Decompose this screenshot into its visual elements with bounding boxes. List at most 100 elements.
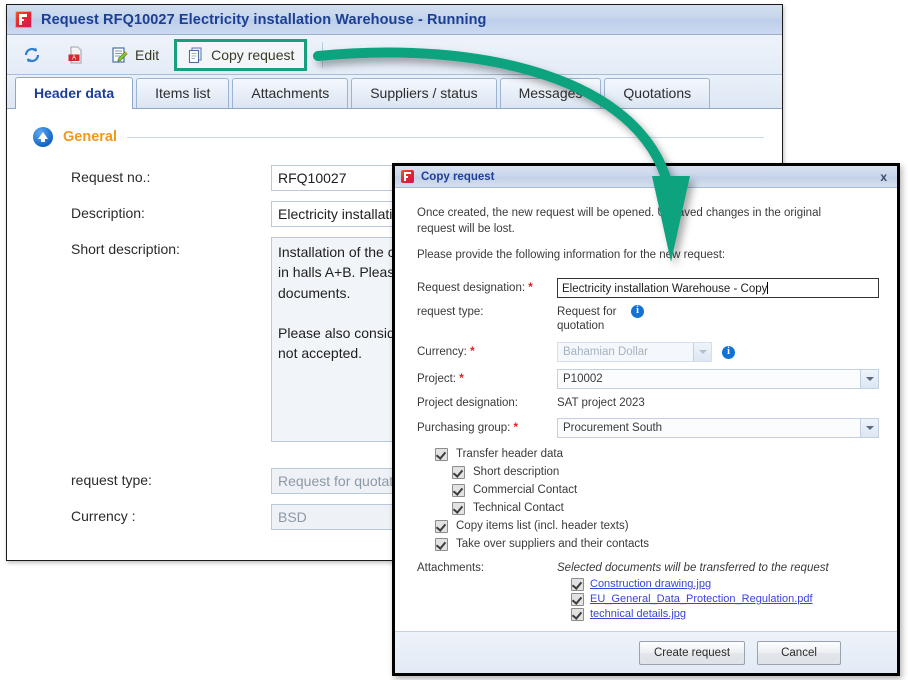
cancel-button[interactable]: Cancel: [757, 641, 841, 665]
tab-label: Messages: [519, 85, 583, 101]
refresh-icon: [23, 46, 41, 64]
chevron-down-icon[interactable]: [860, 370, 878, 388]
tab-messages[interactable]: Messages: [500, 78, 602, 108]
info-icon[interactable]: i: [722, 346, 735, 359]
purchasing-group-dropdown[interactable]: Procurement South: [557, 418, 879, 438]
info-icon[interactable]: i: [631, 305, 644, 318]
attachments-section: Attachments: Selected documents will be …: [417, 562, 881, 623]
chevron-down-icon[interactable]: [860, 419, 878, 437]
checkbox-group: Transfer header data Short description C…: [435, 448, 881, 551]
pdf-icon: A: [67, 46, 85, 64]
checkbox-transfer-header-data[interactable]: Transfer header data: [435, 448, 881, 461]
tab-quotations[interactable]: Quotations: [604, 78, 710, 108]
dialog-project-designation-value: SAT project 2023: [557, 396, 645, 410]
tab-suppliers-status[interactable]: Suppliers / status: [351, 78, 496, 108]
label-text: Purchasing group:: [417, 422, 510, 434]
attachments-list: Selected documents will be transferred t…: [557, 562, 829, 623]
attachments-label: Attachments:: [417, 562, 557, 623]
checkbox-icon[interactable]: [452, 484, 465, 497]
copy-request-label: Copy request: [211, 47, 294, 63]
copy-request-dialog: Copy request x Once created, the new req…: [392, 163, 900, 676]
request-designation-label: Request designation: *: [417, 282, 557, 294]
checkbox-label: Commercial Contact: [473, 484, 577, 496]
checkbox-take-over-suppliers[interactable]: Take over suppliers and their contacts: [435, 538, 881, 551]
app-logo-icon: [401, 170, 414, 183]
checkbox-icon[interactable]: [435, 520, 448, 533]
edit-icon: [111, 46, 129, 64]
project-value: P10002: [563, 373, 603, 385]
chevron-down-icon: [693, 343, 711, 361]
tab-attachments[interactable]: Attachments: [232, 78, 348, 108]
required-asterisk: *: [514, 422, 518, 434]
input-value: Electricity installation Warehouse - Cop…: [562, 283, 767, 295]
checkbox-icon[interactable]: [571, 593, 584, 606]
create-request-button[interactable]: Create request: [639, 641, 745, 665]
dialog-request-type-value: Request for quotation: [557, 305, 617, 334]
label-text: Project:: [417, 373, 456, 385]
edit-button[interactable]: Edit: [105, 43, 165, 67]
section-title: General: [63, 129, 117, 145]
checkbox-technical-contact[interactable]: Technical Contact: [452, 502, 881, 515]
dialog-row-currency: Currency: * Bahamian Dollar i: [417, 342, 881, 362]
app-logo-icon: [15, 11, 32, 28]
checkbox-icon[interactable]: [452, 466, 465, 479]
text-caret: [767, 282, 768, 294]
attachment-link[interactable]: Construction drawing.jpg: [590, 578, 711, 590]
toolbar-separator: [322, 42, 323, 68]
edit-label: Edit: [135, 47, 159, 63]
attachment-link[interactable]: technical details.jpg: [590, 608, 686, 620]
attachment-item[interactable]: technical details.jpg: [571, 608, 829, 621]
svg-text:A: A: [72, 55, 76, 61]
checkbox-icon[interactable]: [435, 538, 448, 551]
checkbox-label: Take over suppliers and their contacts: [456, 538, 649, 550]
dialog-row-project-designation: Project designation: SAT project 2023: [417, 396, 881, 410]
label-text: Request designation:: [417, 282, 525, 294]
checkbox-short-description[interactable]: Short description: [452, 466, 881, 479]
attachments-note: Selected documents will be transferred t…: [557, 562, 829, 574]
dialog-row-request-type: request type: Request for quotation i: [417, 305, 881, 334]
required-asterisk: *: [528, 282, 532, 294]
checkbox-icon[interactable]: [435, 448, 448, 461]
section-general: General: [11, 127, 782, 147]
dialog-project-label: Project: *: [417, 373, 557, 385]
required-asterisk: *: [470, 346, 474, 358]
checkbox-label: Copy items list (incl. header texts): [456, 520, 629, 532]
request-designation-input[interactable]: Electricity installation Warehouse - Cop…: [557, 278, 879, 298]
currency-dropdown: Bahamian Dollar: [557, 342, 712, 362]
tab-label: Quotations: [623, 85, 691, 101]
checkbox-label: Short description: [473, 466, 559, 478]
dialog-project-designation-label: Project designation:: [417, 397, 557, 409]
dialog-request-type-label: request type:: [417, 305, 557, 318]
dialog-title: Copy request: [421, 171, 495, 183]
close-icon[interactable]: x: [876, 170, 891, 184]
attachment-item[interactable]: Construction drawing.jpg: [571, 578, 829, 591]
attachment-link[interactable]: EU_General_Data_Protection_Regulation.pd…: [590, 593, 813, 605]
dialog-titlebar: Copy request x: [395, 166, 897, 188]
section-divider: [127, 137, 764, 138]
pdf-export-button[interactable]: A: [61, 43, 97, 67]
toolbar: A Edit: [7, 35, 782, 75]
checkbox-commercial-contact[interactable]: Commercial Contact: [452, 484, 881, 497]
checkbox-icon[interactable]: [452, 502, 465, 515]
tab-items-list[interactable]: Items list: [136, 78, 229, 108]
up-arrow-circle-icon[interactable]: [33, 127, 53, 147]
copy-request-button[interactable]: Copy request: [177, 42, 304, 68]
refresh-button[interactable]: [17, 43, 53, 67]
currency-value: Bahamian Dollar: [563, 346, 648, 358]
dialog-row-request-designation: Request designation: * Electricity insta…: [417, 278, 881, 298]
dialog-currency-label: Currency: *: [417, 346, 557, 358]
tab-header-data[interactable]: Header data: [15, 77, 133, 109]
project-dropdown[interactable]: P10002: [557, 369, 879, 389]
dialog-row-project: Project: * P10002: [417, 369, 881, 389]
tabstrip: Header data Items list Attachments Suppl…: [7, 75, 782, 109]
checkbox-icon[interactable]: [571, 608, 584, 621]
checkbox-copy-items-list[interactable]: Copy items list (incl. header texts): [435, 520, 881, 533]
dialog-purchasing-group-label: Purchasing group: *: [417, 422, 557, 434]
purchasing-group-value: Procurement South: [563, 422, 662, 434]
checkbox-label: Transfer header data: [456, 448, 563, 460]
attachment-item[interactable]: EU_General_Data_Protection_Regulation.pd…: [571, 593, 829, 606]
checkbox-label: Technical Contact: [473, 502, 564, 514]
checkbox-icon[interactable]: [571, 578, 584, 591]
tab-label: Suppliers / status: [370, 85, 477, 101]
required-asterisk: *: [459, 373, 463, 385]
